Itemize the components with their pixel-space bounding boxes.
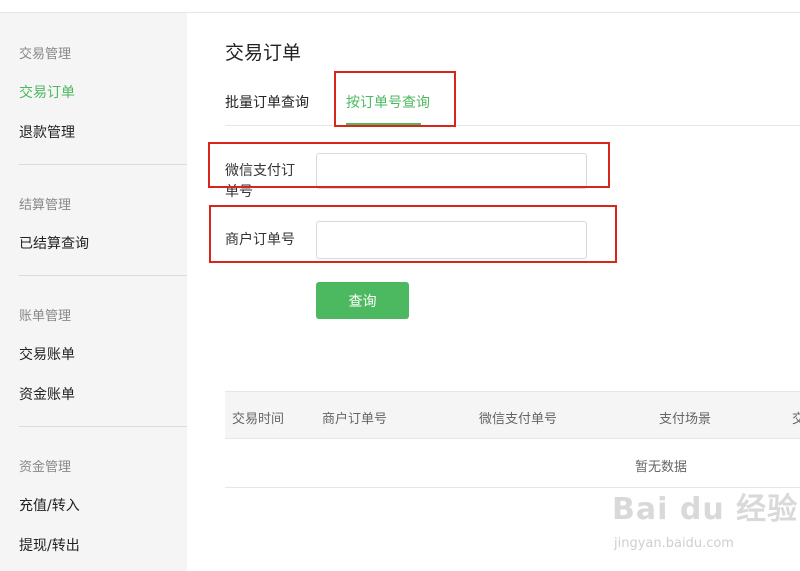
sidebar-divider — [19, 426, 187, 427]
column-header-pay-scene: 支付场景 — [659, 412, 712, 427]
column-header-merchant-order: 商户订单号 — [322, 412, 388, 427]
watermark: Bai du 经验 jingyan.baidu.com — [612, 484, 799, 551]
table-header: 交易时间 商户订单号 微信支付单号 支付场景 交 — [225, 391, 800, 439]
column-header-wx-order: 微信支付单号 — [479, 412, 558, 427]
top-bar — [0, 0, 800, 13]
column-header-trade-time: 交易时间 — [232, 412, 285, 427]
sidebar-divider — [19, 164, 187, 165]
tab-batch-query[interactable]: 批量订单查询 — [225, 92, 309, 112]
sidebar-item-trade-bill[interactable]: 交易账单 — [19, 344, 75, 364]
query-button[interactable]: 查询 — [316, 282, 409, 319]
sidebar-group-title: 资金管理 — [19, 460, 72, 475]
sidebar-item-fund-bill[interactable]: 资金账单 — [19, 384, 75, 404]
empty-state-text: 暂无数据 — [635, 460, 688, 475]
sidebar-item-refunds[interactable]: 退款管理 — [19, 122, 75, 142]
annotation-box-merchant-order — [209, 205, 617, 263]
page-title: 交易订单 — [225, 42, 302, 64]
sidebar-item-trade-orders[interactable]: 交易订单 — [19, 82, 75, 102]
sidebar-item-settled-query[interactable]: 已结算查询 — [19, 233, 89, 253]
column-header-truncated: 交 — [792, 412, 800, 427]
sidebar-item-withdraw[interactable]: 提现/转出 — [19, 535, 80, 555]
sidebar-divider — [19, 275, 187, 276]
sidebar-item-topup[interactable]: 充值/转入 — [19, 495, 80, 515]
sidebar-group-title: 交易管理 — [19, 47, 72, 62]
annotation-box-wx-order — [208, 142, 610, 188]
tabs-divider — [225, 125, 800, 126]
sidebar-group-title: 结算管理 — [19, 198, 72, 213]
sidebar-group-title: 账单管理 — [19, 309, 72, 324]
table-empty-row: 暂无数据 — [225, 438, 800, 488]
watermark-logo: Bai du 经验 — [612, 492, 799, 527]
annotation-box-tab — [334, 71, 456, 127]
sidebar: 交易管理 交易订单 退款管理 结算管理 已结算查询 账单管理 交易账单 资金账单… — [0, 13, 187, 571]
watermark-url: jingyan.baidu.com — [614, 536, 734, 551]
